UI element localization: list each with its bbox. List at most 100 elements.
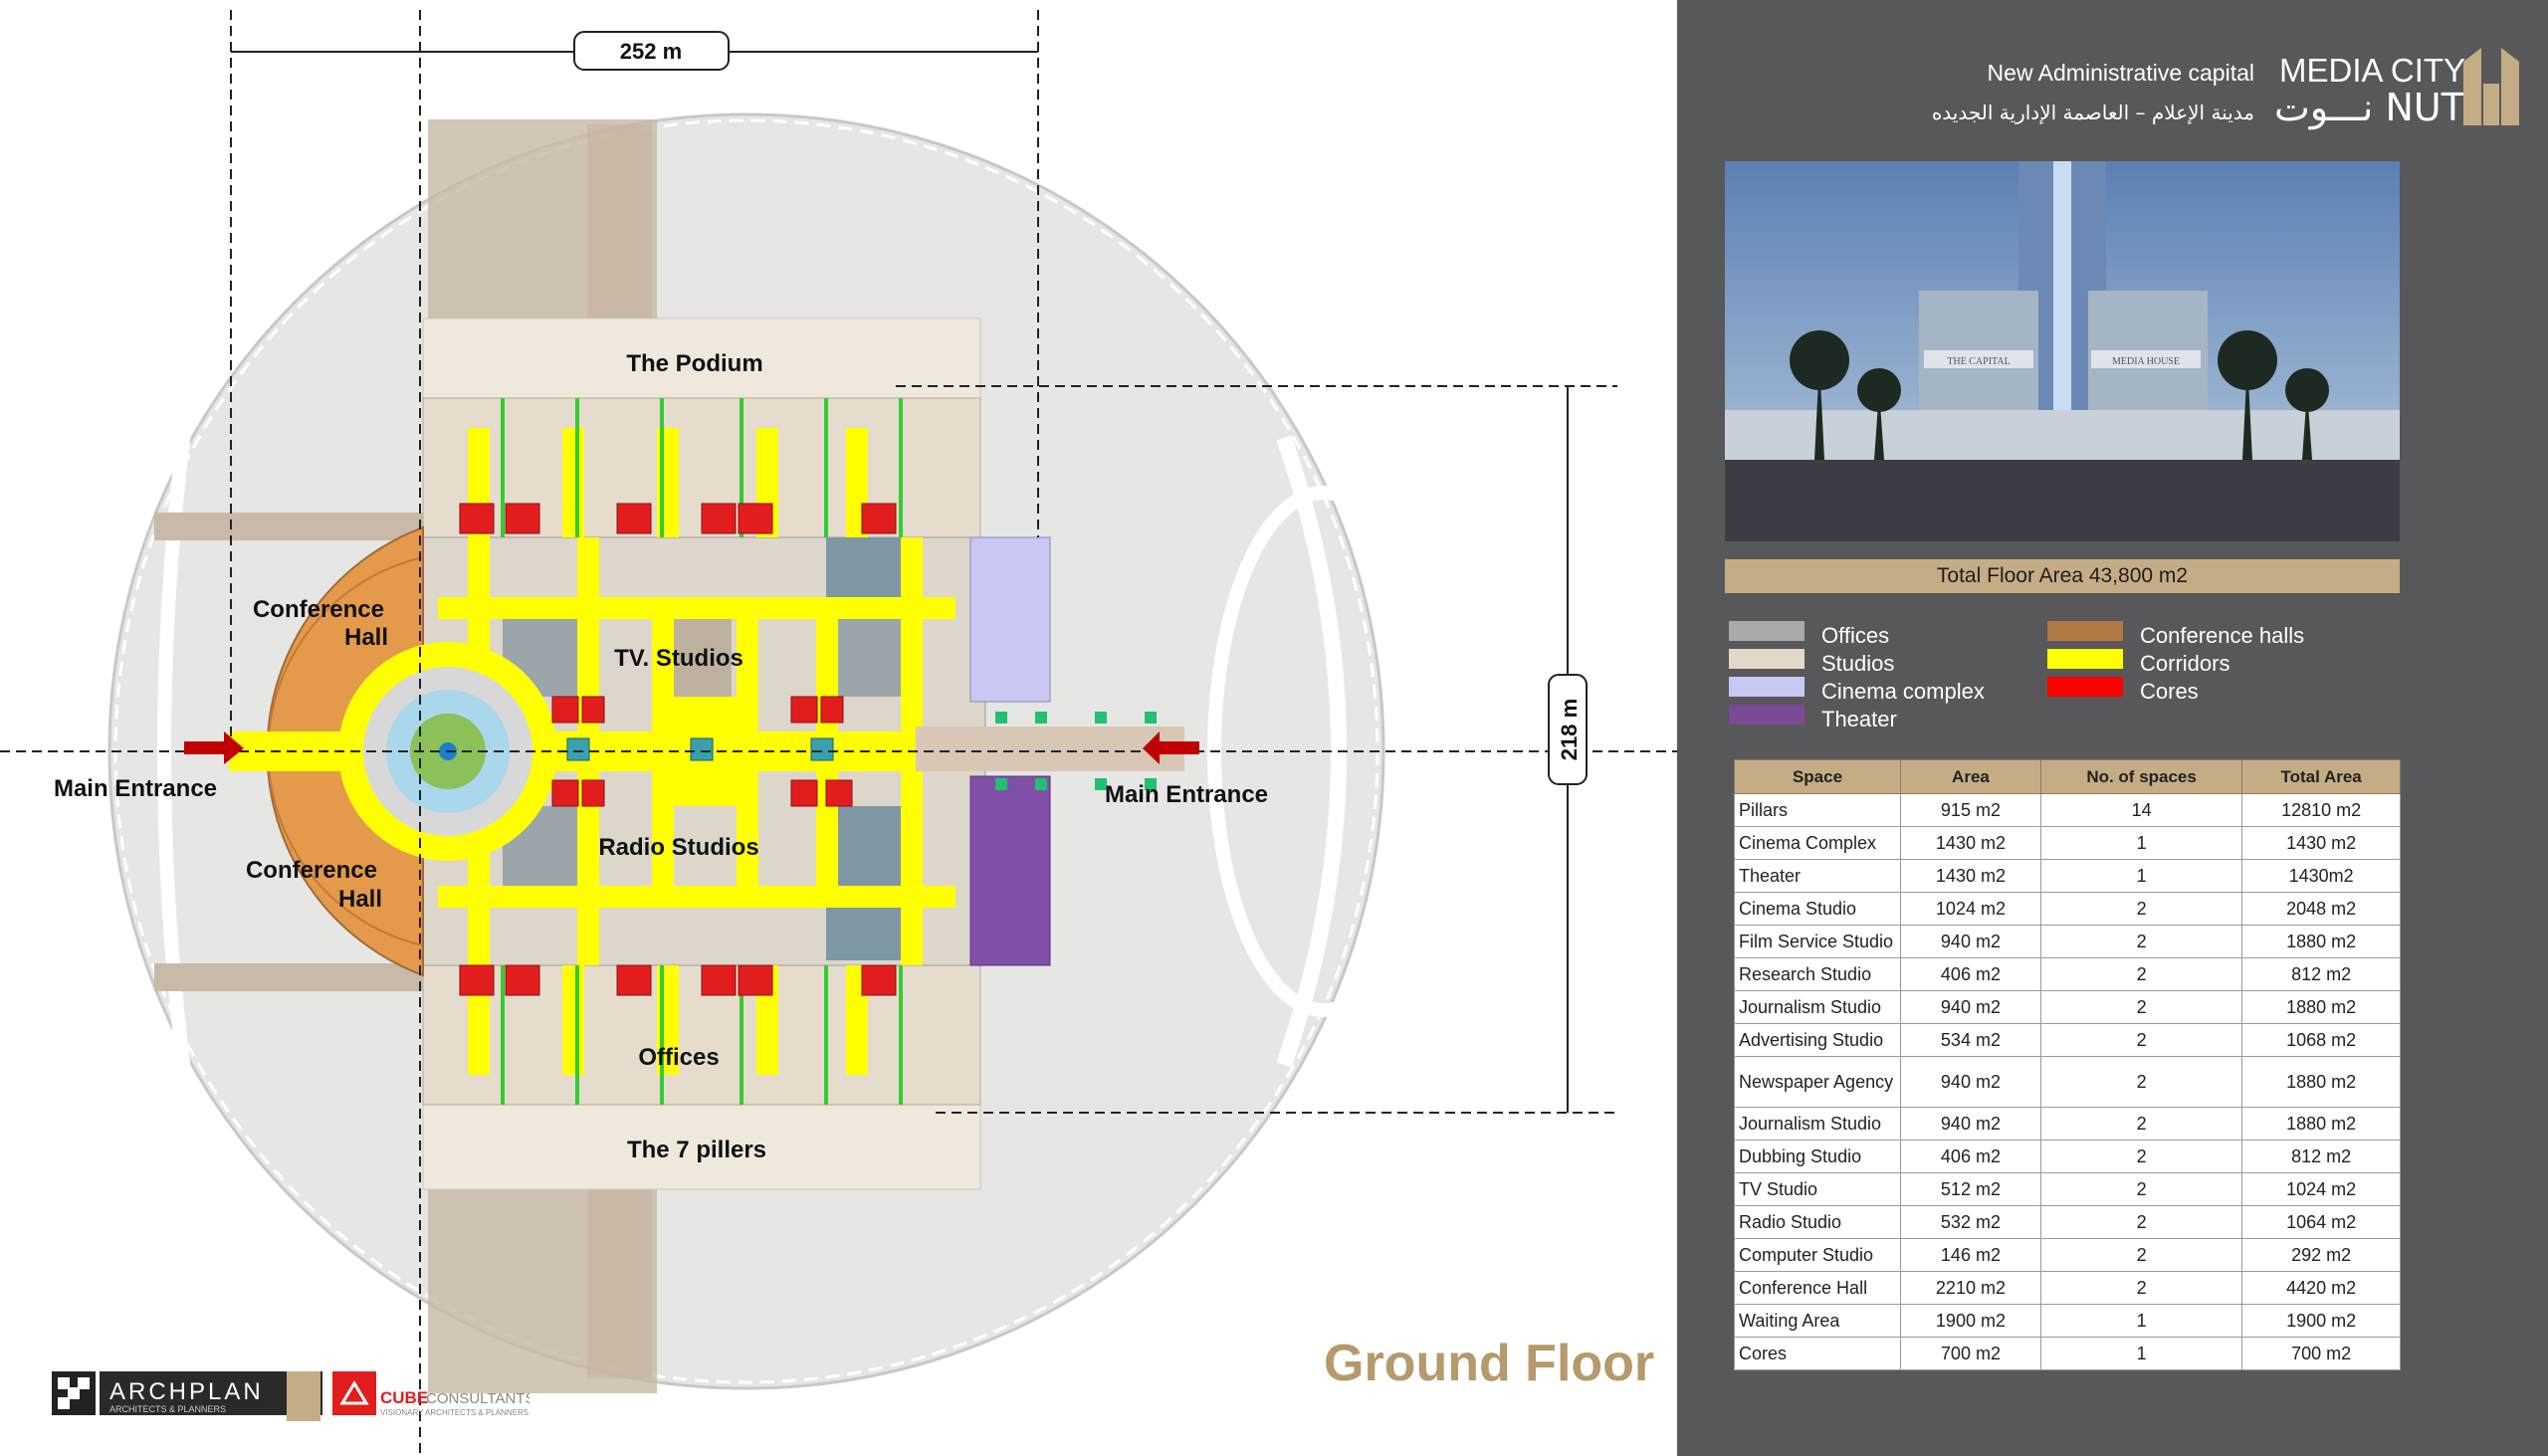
label-conf2a: Conference: [246, 857, 377, 884]
sign-left: THE CAPITAL: [1947, 356, 2010, 367]
cell-space: TV Studio: [1734, 1172, 1901, 1206]
header-count: No. of spaces: [2039, 759, 2243, 794]
cell-space: Cinema Complex: [1734, 826, 1901, 860]
cell-space: Radio Studio: [1734, 1205, 1901, 1239]
table-row: Film Service Studio 940 m2 2 1880 m2: [1734, 925, 2401, 958]
cell-area: 534 m2: [1900, 1023, 2041, 1057]
cell-total: 1430m2: [2241, 859, 2401, 893]
legend: Offices Studios Cinema complex Theater C…: [1727, 617, 2404, 736]
cell-total: 1068 m2: [2241, 1023, 2401, 1057]
cell-area: 532 m2: [1900, 1205, 2041, 1239]
cell-space: Cores: [1734, 1337, 1901, 1370]
table-row: TV Studio 512 m2 2 1024 m2: [1734, 1172, 2401, 1206]
legend-cinema: Cinema complex: [1821, 679, 1985, 704]
legend-conference: Conference halls: [2140, 623, 2305, 648]
archplan-sub: ARCHITECTS & PLANNERS: [109, 1404, 226, 1414]
cell-space: Film Service Studio: [1734, 925, 1901, 958]
legend-offices: Offices: [1821, 623, 1890, 648]
cell-area: 940 m2: [1900, 990, 2041, 1024]
cell-area: 940 m2: [1900, 1107, 2041, 1141]
legend-cores: Cores: [2140, 679, 2199, 704]
label-entrance-left: Main Entrance: [54, 775, 217, 802]
cell-count: 2: [2039, 1056, 2243, 1108]
cell-space: Waiting Area: [1734, 1304, 1901, 1338]
table-row: Research Studio 406 m2 2 812 m2: [1734, 957, 2401, 991]
cell-area: 406 m2: [1900, 957, 2041, 991]
cell-space: Theater: [1734, 859, 1901, 893]
cell-space: Journalism Studio: [1734, 1107, 1901, 1141]
table-row: Waiting Area 1900 m2 1 1900 m2: [1734, 1304, 2401, 1338]
spaces-table: Space Area No. of spaces Total Area Pill…: [1734, 759, 2401, 1370]
floor-title: Ground Floor: [1324, 1335, 1655, 1392]
cell-area: 915 m2: [1900, 793, 2041, 827]
table-row: Cinema Studio 1024 m2 2 2048 m2: [1734, 892, 2401, 926]
archplan-text: ARCHPLAN: [109, 1378, 264, 1405]
legend-swatch-cores: [2047, 677, 2123, 697]
header-area: Area: [1900, 759, 2041, 794]
dim-width-label: 252 m: [620, 39, 682, 64]
table-row: Dubbing Studio 406 m2 2 812 m2: [1734, 1140, 2401, 1173]
header-space: Space: [1734, 759, 1901, 794]
cell-space: Dubbing Studio: [1734, 1140, 1901, 1173]
cell-space: Research Studio: [1734, 957, 1901, 991]
table-row: Computer Studio 146 m2 2 292 m2: [1734, 1238, 2401, 1272]
table-row: Journalism Studio 940 m2 2 1880 m2: [1734, 990, 2401, 1024]
table-row: Radio Studio 532 m2 2 1064 m2: [1734, 1205, 2401, 1239]
legend-swatch-theater: [1729, 705, 1805, 725]
cell-count: 2: [2039, 1238, 2243, 1272]
table-row: Conference Hall 2210 m2 2 4420 m2: [1734, 1271, 2401, 1305]
cube-sub: VISIONARY ARCHITECTS & PLANNERS: [380, 1408, 529, 1417]
cell-count: 2: [2039, 1172, 2243, 1206]
cell-space: Cinema Studio: [1734, 892, 1901, 926]
cell-area: 2210 m2: [1900, 1271, 2041, 1305]
label-conf1a: Conference: [253, 596, 384, 623]
cell-total: 1430 m2: [2241, 826, 2401, 860]
brand-line1: MEDIA CITY: [2279, 52, 2466, 89]
cell-area: 1430 m2: [1900, 859, 2041, 893]
table-header-row: Space Area No. of spaces Total Area: [1734, 759, 2401, 794]
label-podium: The Podium: [626, 350, 762, 377]
cell-space: Journalism Studio: [1734, 990, 1901, 1024]
legend-theater: Theater: [1821, 707, 1897, 731]
ground-floor-plan: 252 m 218 m The Podium Conference Hall T…: [0, 10, 1677, 1456]
legend-swatch-studios: [1729, 649, 1805, 669]
cell-area: 940 m2: [1900, 925, 2041, 958]
dim-height-label: 218 m: [1557, 699, 1582, 760]
header-subtitle-en: New Administrative capital: [1987, 60, 2254, 86]
cell-area: 700 m2: [1900, 1337, 2041, 1370]
cell-total: 700 m2: [2241, 1337, 2401, 1370]
cell-count: 1: [2039, 826, 2243, 860]
table-row: Cinema Complex 1430 m2 1 1430 m2: [1734, 826, 2401, 860]
cell-count: 2: [2039, 1023, 2243, 1057]
table-row: Theater 1430 m2 1 1430m2: [1734, 859, 2401, 893]
cell-area: 512 m2: [1900, 1172, 2041, 1206]
legend-corridors: Corridors: [2140, 651, 2230, 676]
table-row: Advertising Studio 534 m2 2 1068 m2: [1734, 1023, 2401, 1057]
cell-area: 146 m2: [1900, 1238, 2041, 1272]
cell-area: 940 m2: [1900, 1056, 2041, 1108]
cell-total: 2048 m2: [2241, 892, 2401, 926]
cube-text2: CONSULTANTS: [426, 1390, 530, 1407]
table-row: Cores 700 m2 1 700 m2: [1734, 1337, 2401, 1370]
label-radio-studios: Radio Studios: [598, 834, 758, 861]
cell-total: 1880 m2: [2241, 1056, 2401, 1108]
cell-space: Conference Hall: [1734, 1271, 1901, 1305]
label-7-pillers: The 7 pillers: [627, 1137, 766, 1163]
legend-swatch-cinema: [1729, 677, 1805, 697]
cell-space: Pillars: [1734, 793, 1901, 827]
legend-swatch-offices: [1729, 621, 1805, 641]
table-row: Journalism Studio 940 m2 2 1880 m2: [1734, 1107, 2401, 1141]
nut-logo-icon: [2463, 48, 2519, 125]
table-row: Pillars 915 m2 14 12810 m2: [1734, 793, 2401, 827]
label-tv-studios: TV. Studios: [614, 645, 743, 672]
header-subtitle-ar: مدينة الإعلام – العاصمة الإدارية الجديده: [1931, 101, 2254, 124]
cell-count: 1: [2039, 1337, 2243, 1370]
cell-count: 2: [2039, 1107, 2243, 1141]
cell-count: 2: [2039, 1271, 2243, 1305]
cell-count: 2: [2039, 957, 2243, 991]
cell-space: Computer Studio: [1734, 1238, 1901, 1272]
cell-space: Advertising Studio: [1734, 1023, 1901, 1057]
label-offices: Offices: [638, 1044, 719, 1071]
label-conf2b: Hall: [338, 886, 382, 913]
legend-swatch-conference: [2047, 621, 2123, 641]
